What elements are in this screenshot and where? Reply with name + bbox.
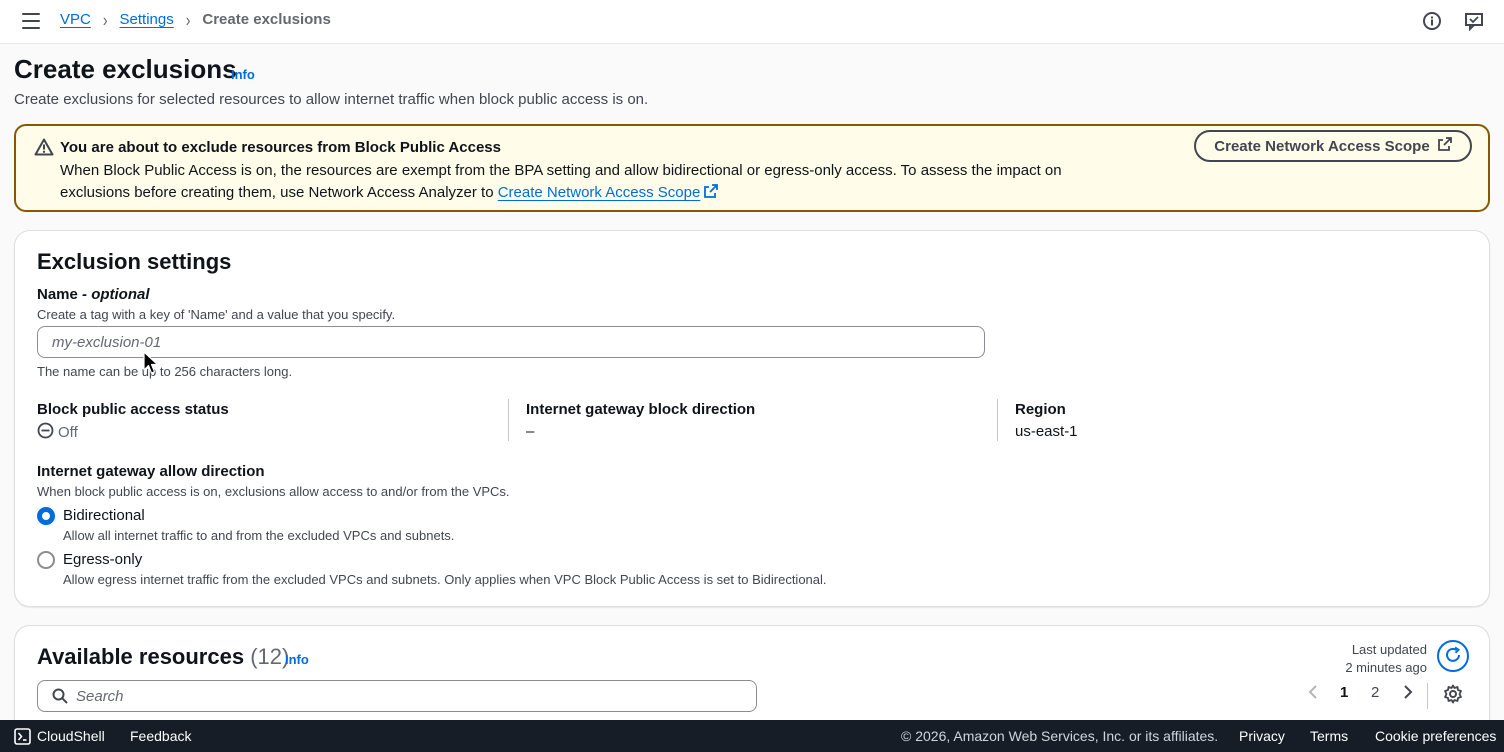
external-link-icon bbox=[704, 184, 719, 201]
igw-block-direction-value: – bbox=[526, 423, 535, 440]
chevron-left-icon[interactable] bbox=[1307, 684, 1319, 704]
exclusion-settings-title: Exclusion settings bbox=[37, 249, 232, 274]
create-scope-button-label: Create Network Access Scope bbox=[1214, 137, 1430, 155]
name-description: Create a tag with a key of 'Name' and a … bbox=[37, 307, 396, 322]
terms-link[interactable]: Terms bbox=[1310, 728, 1348, 744]
last-updated: Last updated 2 minutes ago bbox=[1345, 641, 1427, 677]
info-circle-icon[interactable] bbox=[1421, 10, 1443, 32]
warning-alert: You are about to exclude resources from … bbox=[14, 124, 1490, 212]
refresh-button[interactable] bbox=[1437, 640, 1469, 672]
column-divider bbox=[997, 399, 998, 441]
available-resources-title: Available resources (12) bbox=[37, 644, 289, 670]
refresh-icon bbox=[1443, 645, 1463, 668]
chevron-right-icon[interactable] bbox=[1402, 684, 1414, 704]
warning-text-2: exclusions before creating them, use Net… bbox=[60, 184, 498, 201]
copyright: © 2026, Amazon Web Services, Inc. or its… bbox=[901, 728, 1219, 744]
cookie-preferences-link[interactable]: Cookie preferences bbox=[1375, 728, 1496, 744]
breadcrumb-vpc[interactable]: VPC bbox=[60, 11, 91, 28]
warning-body: When Block Public Access is on, the reso… bbox=[60, 160, 1140, 204]
exclusion-settings-container: Exclusion settings Name - optional Creat… bbox=[14, 230, 1490, 607]
bpa-status-text: Off bbox=[58, 424, 78, 441]
breadcrumb-settings[interactable]: Settings bbox=[120, 11, 174, 28]
resources-info-link[interactable]: Info bbox=[285, 652, 309, 667]
breadcrumb: VPC › Settings › Create exclusions bbox=[60, 9, 331, 30]
pager-divider bbox=[1427, 683, 1428, 709]
bidirectional-radio[interactable] bbox=[37, 507, 55, 525]
name-constraint: The name can be up to 256 characters lon… bbox=[37, 364, 293, 379]
privacy-link[interactable]: Privacy bbox=[1239, 728, 1285, 744]
igw-block-direction-label: Internet gateway block direction bbox=[526, 401, 756, 418]
resources-count: (12) bbox=[250, 644, 290, 669]
page-description: Create exclusions for selected resources… bbox=[14, 91, 649, 108]
chevron-right-icon: › bbox=[185, 9, 191, 30]
chevron-right-icon: › bbox=[102, 9, 108, 30]
egress-only-description: Allow egress internet traffic from the e… bbox=[63, 572, 827, 587]
name-input[interactable] bbox=[37, 326, 985, 358]
egress-only-label[interactable]: Egress-only bbox=[63, 551, 142, 568]
resources-title-text: Available resources bbox=[37, 644, 245, 669]
name-label-text: Name bbox=[37, 286, 78, 303]
search-input[interactable] bbox=[76, 681, 746, 711]
warning-icon bbox=[34, 138, 54, 159]
create-scope-link[interactable]: Create Network Access Scope bbox=[498, 184, 701, 201]
page-2[interactable]: 2 bbox=[1371, 684, 1379, 701]
top-navigation: VPC › Settings › Create exclusions bbox=[0, 0, 1504, 44]
allow-direction-description: When block public access is on, exclusio… bbox=[37, 484, 510, 499]
status-stopped-icon bbox=[37, 422, 54, 443]
name-label: Name - optional bbox=[37, 286, 150, 303]
last-updated-value: 2 minutes ago bbox=[1345, 660, 1427, 675]
column-divider bbox=[508, 399, 509, 441]
footer: CloudShell Feedback © 2026, Amazon Web S… bbox=[0, 720, 1504, 752]
breadcrumb-current: Create exclusions bbox=[202, 11, 331, 28]
page-1[interactable]: 1 bbox=[1340, 684, 1348, 701]
info-link[interactable]: Info bbox=[231, 67, 255, 82]
bpa-status-value: Off bbox=[37, 422, 78, 443]
search-field[interactable] bbox=[37, 680, 757, 712]
search-icon bbox=[52, 688, 68, 707]
region-label: Region bbox=[1015, 401, 1066, 418]
feedback-icon[interactable] bbox=[1463, 10, 1485, 32]
egress-only-radio[interactable] bbox=[37, 551, 55, 569]
cursor-icon bbox=[143, 351, 159, 378]
feedback-link[interactable]: Feedback bbox=[130, 728, 191, 744]
region-value: us-east-1 bbox=[1015, 423, 1078, 440]
external-link-icon bbox=[1437, 137, 1452, 155]
cloudshell-icon[interactable] bbox=[14, 728, 31, 748]
gear-icon[interactable] bbox=[1443, 684, 1463, 707]
name-optional: - optional bbox=[77, 286, 150, 303]
bpa-status-label: Block public access status bbox=[37, 401, 229, 418]
cloudshell-link[interactable]: CloudShell bbox=[37, 728, 105, 744]
allow-direction-label: Internet gateway allow direction bbox=[37, 463, 265, 480]
menu-icon[interactable] bbox=[22, 13, 40, 29]
last-updated-label: Last updated bbox=[1351, 642, 1427, 657]
page-title: Create exclusions bbox=[14, 54, 237, 84]
warning-text-1: When Block Public Access is on, the reso… bbox=[60, 162, 1062, 179]
bidirectional-label[interactable]: Bidirectional bbox=[63, 507, 145, 524]
bidirectional-description: Allow all internet traffic to and from t… bbox=[63, 528, 455, 543]
warning-title: You are about to exclude resources from … bbox=[60, 139, 501, 156]
create-network-access-scope-button[interactable]: Create Network Access Scope bbox=[1194, 130, 1472, 162]
